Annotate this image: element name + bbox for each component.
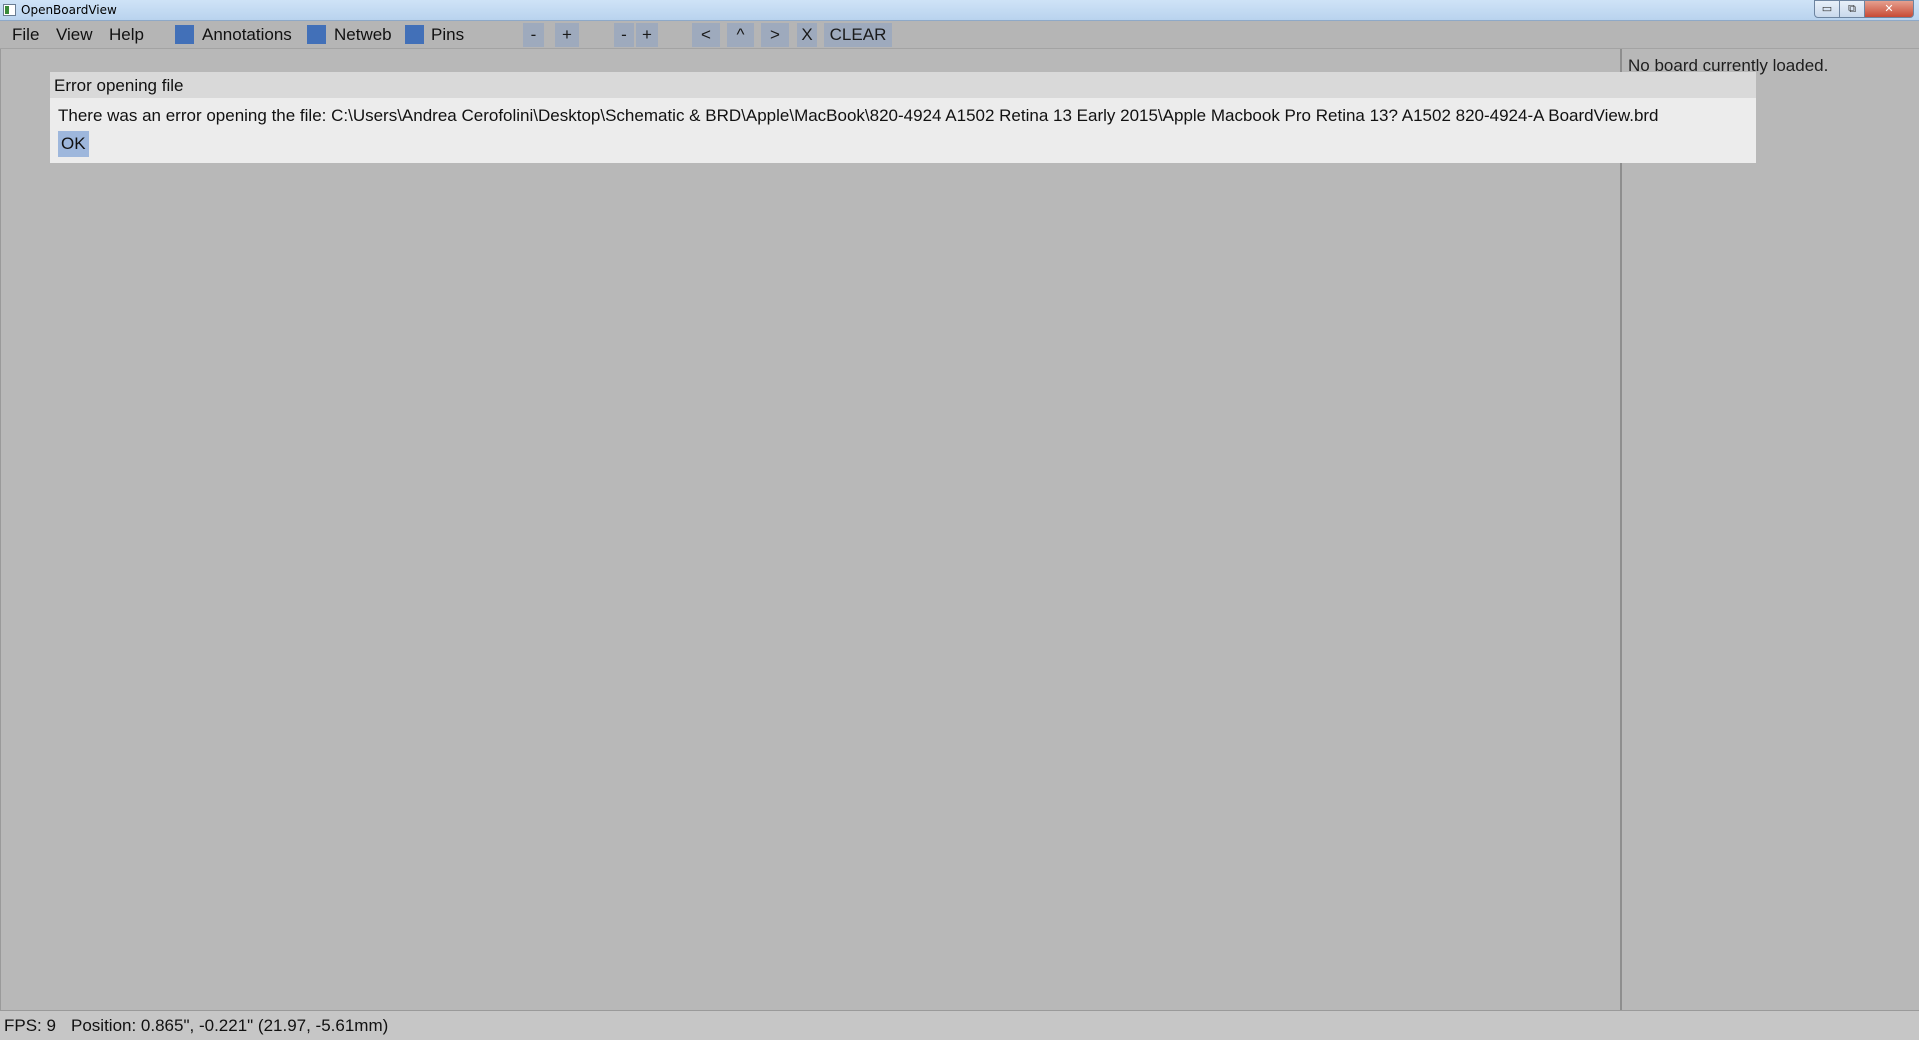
annotations-label[interactable]: Annotations <box>202 25 292 45</box>
previous-button[interactable]: < <box>692 23 720 47</box>
pins-label[interactable]: Pins <box>431 25 464 45</box>
dialog-title: Error opening file <box>54 76 184 95</box>
position-readout: Position: 0.865", -0.221" (21.97, -5.61m… <box>71 1016 389 1035</box>
netweb-checkbox[interactable] <box>307 25 326 44</box>
next-button[interactable]: > <box>761 23 789 47</box>
window-title: OpenBoardView <box>21 3 117 17</box>
zoom-out-button[interactable]: - <box>523 23 544 47</box>
annotations-checkbox[interactable] <box>175 25 194 44</box>
menu-toolbar: File View Help Annotations Netweb Pins -… <box>0 21 1919 49</box>
app-icon <box>3 4 16 16</box>
maximize-button[interactable]: ⧉ <box>1839 0 1865 18</box>
error-dialog: Error opening file There was an error op… <box>50 72 1756 163</box>
fps-readout: FPS: 9 <box>4 1016 56 1035</box>
ok-button[interactable]: OK <box>58 131 89 157</box>
menu-help[interactable]: Help <box>109 25 144 45</box>
menu-view[interactable]: View <box>56 25 93 45</box>
clear-button[interactable]: CLEAR <box>824 23 892 47</box>
dialog-titlebar[interactable]: Error opening file <box>50 72 1756 98</box>
minimize-button[interactable]: ▭ <box>1814 0 1840 18</box>
decrease-button[interactable]: - <box>614 23 634 47</box>
menu-file[interactable]: File <box>12 25 39 45</box>
status-bar: FPS: 9 Position: 0.865", -0.221" (21.97,… <box>0 1010 1919 1040</box>
increase-button[interactable]: + <box>636 23 658 47</box>
board-canvas[interactable] <box>0 49 1620 1010</box>
close-window-button[interactable]: ✕ <box>1864 0 1914 18</box>
side-panel: No board currently loaded. <box>1620 49 1919 1010</box>
up-button[interactable]: ^ <box>727 23 754 47</box>
pins-checkbox[interactable] <box>405 25 424 44</box>
netweb-label[interactable]: Netweb <box>334 25 392 45</box>
close-search-button[interactable]: X <box>797 23 817 47</box>
dialog-message: There was an error opening the file: C:\… <box>58 106 1659 125</box>
zoom-in-button[interactable]: + <box>555 23 579 47</box>
title-bar: OpenBoardView ▭ ⧉ ✕ <box>0 0 1919 21</box>
openboardview-window: OpenBoardView ▭ ⧉ ✕ File View Help Annot… <box>0 0 1919 1040</box>
